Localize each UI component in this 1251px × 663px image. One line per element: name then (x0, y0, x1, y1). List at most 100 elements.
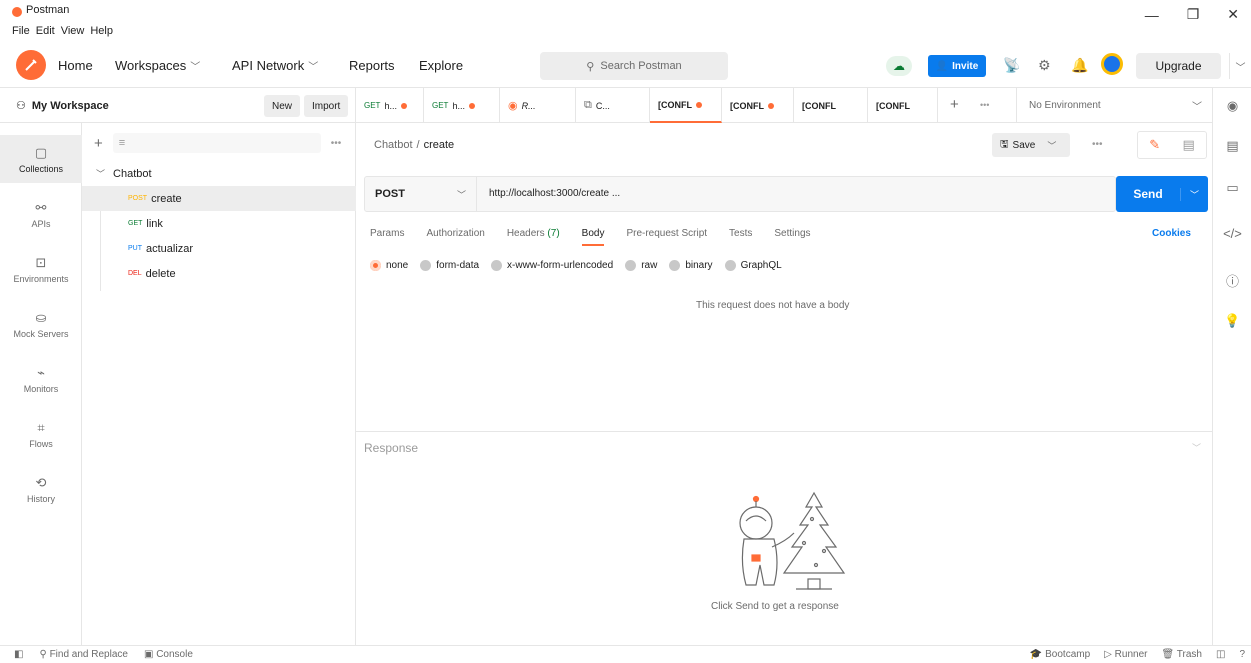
nav-home[interactable]: Home (58, 58, 93, 73)
sidebar-item-environments[interactable]: ⊡ Environments (0, 245, 82, 293)
menu-view[interactable]: View (61, 25, 85, 37)
send-button[interactable]: Send ﹀ (1116, 176, 1208, 212)
tab-request-2[interactable]: GET h... (424, 88, 500, 123)
close-button[interactable]: ✕ (1227, 6, 1239, 23)
info-icon[interactable]: ⓘ (1213, 271, 1251, 290)
collections-filter-input[interactable]: ≡ (112, 133, 321, 153)
tab-label: [CONFL (876, 100, 910, 111)
body-option-binary[interactable]: binary (669, 260, 713, 271)
tree-item-actualizar[interactable]: PUT actualizar (82, 236, 356, 261)
sidebar-item-history[interactable]: ⟲ History (0, 465, 82, 513)
import-button[interactable]: Import (304, 95, 349, 117)
tree-item-delete[interactable]: DEL delete (82, 261, 356, 286)
body-option-raw[interactable]: raw (625, 260, 657, 271)
nav-workspaces[interactable]: Workspaces ﹀ (115, 58, 200, 73)
url-input[interactable]: http://localhost:3000/create ... (489, 188, 620, 199)
tab-method: GET (432, 101, 449, 110)
code-icon[interactable]: </> (1213, 226, 1251, 241)
tab-request-4[interactable]: ⧉ C... (576, 88, 650, 123)
body-option-label: binary (685, 260, 713, 271)
tree-item-link[interactable]: GET link (82, 211, 356, 236)
sidebar-item-apis[interactable]: ⚯ APIs (0, 190, 82, 238)
response-collapse-chevron-icon[interactable]: ﹀ (1192, 441, 1201, 454)
nav-explore[interactable]: Explore (419, 58, 463, 73)
minimize-button[interactable]: — (1145, 7, 1159, 23)
search-input[interactable]: ⚲ Search Postman (540, 52, 728, 80)
find-replace-button[interactable]: ⚲ Find and Replace (39, 649, 128, 660)
postman-home-logo-icon[interactable] (16, 50, 46, 80)
menu-help[interactable]: Help (90, 25, 113, 37)
request-name: create (151, 192, 182, 205)
tab-tests[interactable]: Tests (729, 228, 752, 239)
tab-label: [CONFL (802, 100, 836, 111)
upgrade-button[interactable]: Upgrade (1136, 53, 1221, 79)
cookies-link[interactable]: Cookies (1152, 228, 1191, 239)
environment-select[interactable]: No Environment ﹀ (1016, 88, 1212, 123)
collection-folder-chatbot[interactable]: ﹀ Chatbot (96, 167, 152, 180)
request-more-icon[interactable]: ••• (1092, 139, 1103, 150)
response-divider[interactable] (356, 431, 1212, 432)
toggle-sidebar-icon[interactable]: ◧ (14, 649, 23, 660)
console-button[interactable]: ▣ Console (144, 649, 193, 660)
tree-item-create[interactable]: POST create (82, 186, 356, 211)
sidebar-item-flows[interactable]: ⌗ Flows (0, 410, 82, 458)
edit-pencil-icon[interactable]: ✎ (1149, 137, 1160, 153)
breadcrumb-parent[interactable]: Chatbot (374, 139, 413, 151)
satellite-icon[interactable]: 📡 (1003, 57, 1020, 74)
tab-prerequest-script[interactable]: Pre-request Script (626, 228, 707, 239)
body-option-graphql[interactable]: GraphQL (724, 260, 782, 271)
sidebar-rail: ▢ Collections ⚯ APIs ⊡ Environments ⛀ Mo… (0, 123, 82, 645)
documentation-icon[interactable]: ▤ (1182, 137, 1194, 153)
collections-more-icon[interactable]: ••• (331, 138, 342, 149)
chevron-down-icon: ﹀ (308, 62, 319, 73)
new-tab-plus-icon[interactable]: + (950, 96, 959, 113)
nav-api-network[interactable]: API Network ﹀ (232, 58, 318, 73)
comments-icon[interactable]: ▭ (1213, 180, 1251, 196)
body-option-form-data[interactable]: form-data (420, 260, 479, 271)
user-avatar[interactable] (1101, 53, 1123, 75)
trash-button[interactable]: 🗑 Trash (1161, 649, 1202, 660)
notification-bell-icon[interactable]: 🔔 (1071, 57, 1088, 74)
save-button[interactable]: 🖫 Save ﹀ (992, 133, 1070, 157)
maximize-button[interactable]: ❐ (1187, 6, 1200, 23)
http-method-select[interactable]: POST ﹀ (365, 177, 477, 211)
tab-params[interactable]: Params (370, 228, 404, 239)
help-icon[interactable]: ? (1239, 649, 1245, 660)
eye-icon[interactable]: ◉ (1213, 98, 1251, 114)
sidebar-item-mock-servers[interactable]: ⛀ Mock Servers (0, 300, 82, 348)
bootcamp-button[interactable]: 🎓 Bootcamp (1030, 649, 1090, 660)
tab-authorization[interactable]: Authorization (426, 228, 484, 239)
lightbulb-icon[interactable]: 💡 (1213, 313, 1251, 329)
tab-request-5[interactable]: [CONFL (650, 88, 722, 123)
tab-settings[interactable]: Settings (774, 228, 810, 239)
workspace-name[interactable]: ⚇ My Workspace (16, 99, 109, 113)
two-pane-icon[interactable]: ◫ (1216, 649, 1225, 660)
documentation-icon[interactable]: ▤ (1213, 138, 1251, 154)
breadcrumb-current[interactable]: create (424, 139, 455, 151)
new-button[interactable]: New (264, 95, 301, 117)
tabs-more-icon[interactable]: ••• (980, 100, 989, 110)
sidebar-item-monitors[interactable]: ⌁ Monitors (0, 355, 82, 403)
send-options-chevron-icon[interactable]: ﹀ (1180, 187, 1208, 201)
sidebar-item-collections[interactable]: ▢ Collections (0, 135, 82, 183)
settings-gear-icon[interactable]: ⚙ (1038, 57, 1051, 74)
add-collection-plus-icon[interactable]: + (94, 135, 103, 152)
nav-reports[interactable]: Reports (349, 58, 395, 73)
tab-request-1[interactable]: GET h... (356, 88, 424, 123)
upgrade-chevron-down-icon[interactable]: ﹀ (1229, 53, 1251, 79)
sync-cloud-icon[interactable]: ☁ (886, 56, 912, 76)
menu-file[interactable]: File (12, 25, 30, 37)
tab-request-8[interactable]: [CONFL (868, 88, 938, 123)
tab-body[interactable]: Body (581, 228, 604, 246)
runner-button[interactable]: ▷ Runner (1104, 649, 1147, 660)
tab-headers[interactable]: Headers (7) (507, 228, 560, 239)
menu-edit[interactable]: Edit (36, 25, 55, 37)
radio-icon (669, 260, 681, 271)
tab-request-6[interactable]: [CONFL (722, 88, 794, 123)
body-option-label: GraphQL (740, 260, 782, 271)
body-option-none[interactable]: none (370, 260, 408, 271)
invite-button[interactable]: 👤 Invite (928, 55, 986, 77)
tab-request-7[interactable]: [CONFL (794, 88, 868, 123)
tab-request-3[interactable]: ◉ R... (500, 88, 576, 123)
body-option-urlencoded[interactable]: x-www-form-urlencoded (491, 260, 613, 271)
